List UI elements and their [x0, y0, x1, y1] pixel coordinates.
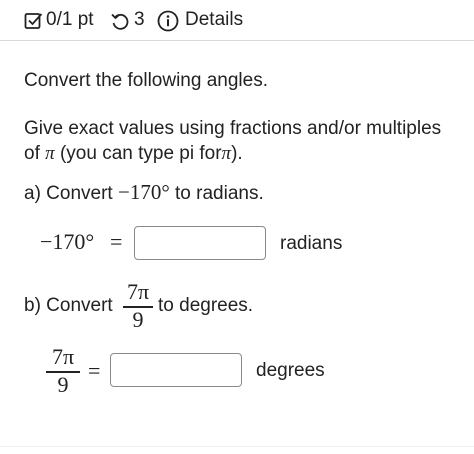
details-link[interactable]: Details: [185, 8, 243, 32]
part-b-lhs-numerator: 7π: [51, 344, 75, 369]
part-a-unit: radians: [280, 233, 343, 254]
score-text: 0/1 pt: [46, 9, 94, 30]
retry-icon[interactable]: [110, 11, 130, 31]
question-intro: Convert the following angles.: [24, 70, 268, 91]
checkbox-icon: [24, 13, 43, 29]
part-b-suffix: to degrees.: [158, 295, 254, 316]
part-a-label: a) Convert: [24, 183, 113, 204]
part-a-equals: =: [110, 229, 123, 254]
instructions-end: ).: [231, 143, 243, 164]
part-b-label: b) Convert: [24, 295, 113, 316]
part-a-suffix: to radians.: [175, 183, 264, 204]
instructions-line1: Give exact values using fractions and/or…: [24, 118, 442, 139]
instructions-hint: (you can type pi for: [59, 143, 222, 164]
part-b-equals: =: [88, 358, 101, 383]
instructions-line2: of π (you can type pi forπ).: [24, 141, 243, 166]
part-b-numerator: 7π: [126, 279, 150, 304]
question-header: 0/1 pt 3 Details: [0, 0, 474, 41]
part-b-denominator: 9: [132, 307, 144, 332]
instructions-of: of: [24, 143, 40, 164]
pi-symbol: π: [45, 143, 55, 164]
part-a-lhs: −170°: [40, 229, 95, 254]
part-a-answer-input[interactable]: [134, 226, 266, 260]
part-b-unit: degrees: [256, 360, 325, 381]
part-a-angle: −170°: [117, 180, 170, 204]
part-b-answer-input[interactable]: [110, 353, 242, 387]
retries-count: 3: [134, 9, 145, 30]
part-a-prompt: a) Convert −170° to radians.: [24, 180, 264, 206]
part-b-lhs-fraction: 7π 9: [46, 345, 80, 397]
bottom-divider: [0, 446, 474, 447]
pi-symbol-hint: π: [221, 143, 232, 164]
info-icon[interactable]: [157, 10, 179, 32]
part-b-lhs-denominator: 9: [57, 372, 69, 397]
part-b-fraction: 7π 9: [123, 280, 153, 332]
